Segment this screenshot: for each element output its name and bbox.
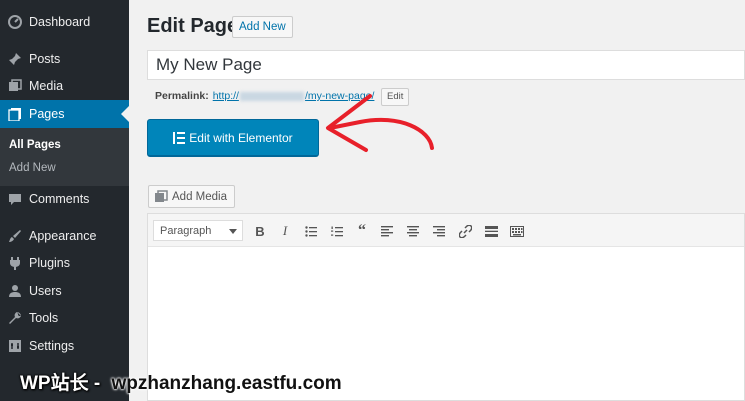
page-title: Edit Page [147,15,239,37]
format-select[interactable]: Paragraph [153,220,243,241]
elementor-icon [173,131,186,144]
sidebar-label: Posts [29,52,61,66]
pin-icon [7,51,23,67]
edit-with-elementor-button[interactable]: Edit with Elementor [147,119,319,157]
watermark-domain: wpzhanzhang.eastfu.com [111,373,342,394]
sidebar-item-posts[interactable]: Posts [0,45,129,73]
plugin-icon [7,255,23,271]
page-title-input[interactable] [147,50,745,80]
bold-icon[interactable]: B [251,222,269,240]
sidebar-item-plugins[interactable]: Plugins [0,249,129,277]
sidebar-item-tools[interactable]: Tools [0,304,129,332]
settings-icon [7,338,23,354]
link-icon[interactable] [456,222,474,240]
annotation-arrow-icon [326,94,434,152]
sidebar-item-media[interactable]: Media [0,72,129,100]
sidebar-label: Dashboard [29,15,91,29]
add-media-label: Add Media [172,190,227,203]
chevron-down-icon [229,229,237,234]
watermark: WP站长 - wpzhanzhang.eastfu.com [20,368,342,395]
submenu-add-new[interactable]: Add New [9,162,56,174]
add-new-button[interactable]: Add New [232,16,293,38]
dashboard-icon [7,14,23,30]
wrench-icon [7,310,23,326]
sidebar-label: Appearance [29,229,97,243]
media-icon [7,78,23,94]
watermark-brand: WP站长 - [20,373,106,394]
pages-submenu: All Pages Add New [0,128,129,186]
italic-icon[interactable]: I [276,222,294,240]
permalink-blurred-host [239,91,304,101]
elementor-label: Edit with Elementor [189,130,293,145]
sidebar-label: Plugins [29,256,70,270]
sidebar-label: Settings [29,339,75,353]
editor-toolbar: Paragraph B I “ [148,214,744,247]
sidebar-label: Media [29,79,64,93]
add-media-button[interactable]: Add Media [148,185,235,208]
sidebar-label: Tools [29,311,59,325]
align-left-icon[interactable] [378,222,396,240]
paintbrush-icon [7,228,23,244]
format-select-value: Paragraph [160,224,212,237]
comment-icon [7,191,23,207]
permalink-url[interactable]: http:// [213,90,239,102]
admin-sidebar: Dashboard Posts Media Pages All Pages Ad… [0,0,129,401]
bullet-list-icon[interactable] [302,222,320,240]
pages-icon [7,106,23,122]
align-right-icon[interactable] [430,222,448,240]
sidebar-item-appearance[interactable]: Appearance [0,222,129,250]
media-icon [154,189,168,204]
sidebar-label: Pages [29,107,65,121]
align-center-icon[interactable] [404,222,422,240]
sidebar-item-users[interactable]: Users [0,277,129,305]
read-more-icon[interactable] [482,222,500,240]
sidebar-item-dashboard[interactable]: Dashboard [0,8,129,36]
toolbar-toggle-icon[interactable] [508,222,526,240]
blockquote-icon[interactable]: “ [353,222,371,240]
sidebar-item-pages[interactable]: Pages [0,100,129,128]
user-icon [7,283,23,299]
sidebar-item-settings[interactable]: Settings [0,332,129,360]
sidebar-label: Comments [29,192,90,206]
sidebar-item-comments[interactable]: Comments [0,185,129,213]
permalink-label: Permalink: [155,90,209,102]
sidebar-label: Users [29,284,62,298]
numbered-list-icon[interactable] [328,222,346,240]
submenu-all-pages[interactable]: All Pages [9,139,61,151]
